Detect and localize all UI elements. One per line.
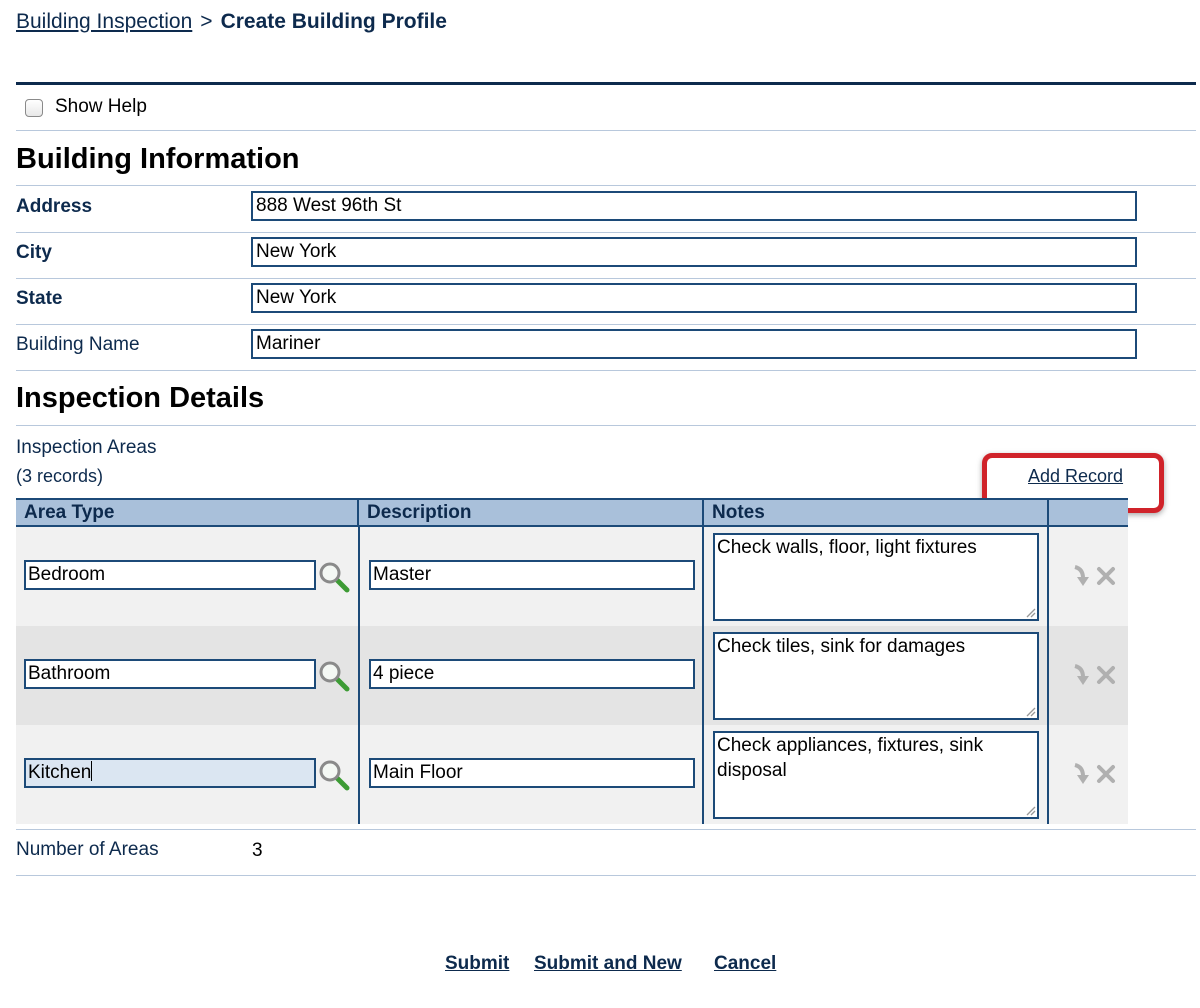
notes-textarea[interactable]: Check tiles, sink for damages bbox=[713, 632, 1039, 720]
building-name-label: Building Name bbox=[16, 334, 140, 355]
city-row: City New York bbox=[16, 232, 1196, 279]
move-down-arrow-icon[interactable] bbox=[1074, 664, 1089, 685]
notes-textarea[interactable]: Check appliances, fixtures, sink disposa… bbox=[713, 731, 1039, 819]
delete-x-icon[interactable] bbox=[1097, 666, 1115, 684]
inspection-areas-label: Inspection Areas bbox=[16, 437, 157, 458]
header-divider bbox=[16, 82, 1196, 85]
move-down-arrow-icon[interactable] bbox=[1074, 565, 1089, 586]
notes-textarea[interactable]: Check walls, floor, light fixtures bbox=[713, 533, 1039, 621]
city-input[interactable]: New York bbox=[251, 237, 1137, 267]
row-actions bbox=[1074, 565, 1115, 586]
resize-handle-icon[interactable] bbox=[1024, 804, 1036, 816]
column-divider bbox=[1047, 626, 1049, 725]
move-down-arrow-icon[interactable] bbox=[1074, 763, 1089, 784]
column-divider bbox=[1047, 725, 1049, 824]
cancel-button[interactable]: Cancel bbox=[714, 953, 776, 975]
delete-x-icon[interactable] bbox=[1097, 765, 1115, 783]
lookup-magnifier-icon[interactable] bbox=[318, 660, 350, 692]
description-input[interactable]: 4 piece bbox=[369, 659, 695, 689]
description-input[interactable]: Master bbox=[369, 560, 695, 590]
address-label: Address bbox=[16, 196, 93, 217]
inspection-details-title: Inspection Details bbox=[16, 382, 265, 414]
row-actions bbox=[1074, 664, 1115, 685]
number-of-areas-label: Number of Areas bbox=[16, 839, 159, 860]
resize-handle-icon[interactable] bbox=[1024, 606, 1036, 618]
building-name-input[interactable]: Mariner bbox=[251, 329, 1137, 359]
city-label: City bbox=[16, 242, 52, 263]
text-caret bbox=[91, 761, 93, 781]
section-divider bbox=[16, 829, 1196, 830]
number-of-areas-value: 3 bbox=[252, 840, 263, 861]
resize-handle-icon[interactable] bbox=[1024, 705, 1036, 717]
submit-button[interactable]: Submit bbox=[445, 953, 509, 975]
section-divider bbox=[16, 425, 1196, 426]
column-divider bbox=[358, 725, 360, 824]
building-information-title: Building Information bbox=[16, 143, 300, 175]
section-divider bbox=[16, 875, 1196, 876]
page-title: Create Building Profile bbox=[220, 10, 447, 33]
delete-x-icon[interactable] bbox=[1097, 567, 1115, 585]
area-type-input[interactable]: Bedroom bbox=[24, 560, 316, 590]
area-type-input[interactable]: Bathroom bbox=[24, 659, 316, 689]
table-row: Bedroom Master Check walls, floor, light… bbox=[16, 527, 1128, 626]
breadcrumb-separator: > bbox=[200, 10, 213, 33]
table-row: Kitchen Main Floor Check appliances, fix… bbox=[16, 725, 1128, 824]
submit-and-new-button[interactable]: Submit and New bbox=[534, 953, 682, 975]
address-row: Address 888 West 96th St bbox=[16, 186, 1196, 233]
breadcrumb: Building Inspection > Create Building Prof… bbox=[16, 10, 447, 34]
table-row: Bathroom 4 piece Check tiles, sink for d… bbox=[16, 626, 1128, 725]
area-type-input-focused[interactable]: Kitchen bbox=[24, 758, 316, 788]
column-divider bbox=[702, 626, 704, 725]
notes-text: Check tiles, sink for damages bbox=[717, 636, 966, 657]
column-divider bbox=[702, 527, 704, 626]
state-row: State New York bbox=[16, 278, 1196, 325]
show-help-checkbox[interactable] bbox=[25, 99, 43, 117]
address-input[interactable]: 888 West 96th St bbox=[251, 191, 1137, 221]
column-divider bbox=[358, 527, 360, 626]
show-help-label[interactable]: Show Help bbox=[55, 96, 147, 118]
breadcrumb-building-inspection-link[interactable]: Building Inspection bbox=[16, 10, 192, 33]
records-count: (3 records) bbox=[16, 466, 104, 486]
description-input[interactable]: Main Floor bbox=[369, 758, 695, 788]
state-input[interactable]: New York bbox=[251, 283, 1137, 313]
notes-text: Check walls, floor, light fixtures bbox=[717, 537, 977, 558]
column-divider bbox=[358, 626, 360, 725]
inspection-areas-grid: Area Type Description Notes Bedroom Mast… bbox=[16, 498, 1128, 824]
area-type-value: Kitchen bbox=[28, 762, 92, 783]
notes-text: Check appliances, fixtures, sink disposa… bbox=[717, 735, 984, 781]
grid-header: Area Type Description Notes bbox=[16, 498, 1128, 527]
show-help-row: Show Help bbox=[16, 86, 1196, 131]
column-header-area-type: Area Type bbox=[16, 500, 359, 525]
building-name-row: Building Name Mariner bbox=[16, 324, 1196, 371]
state-label: State bbox=[16, 288, 63, 309]
row-actions bbox=[1074, 763, 1115, 784]
column-header-description: Description bbox=[359, 500, 704, 525]
column-header-notes: Notes bbox=[704, 500, 1049, 525]
column-divider bbox=[702, 725, 704, 824]
lookup-magnifier-icon[interactable] bbox=[318, 759, 350, 791]
lookup-magnifier-icon[interactable] bbox=[318, 561, 350, 593]
column-divider bbox=[1047, 527, 1049, 626]
